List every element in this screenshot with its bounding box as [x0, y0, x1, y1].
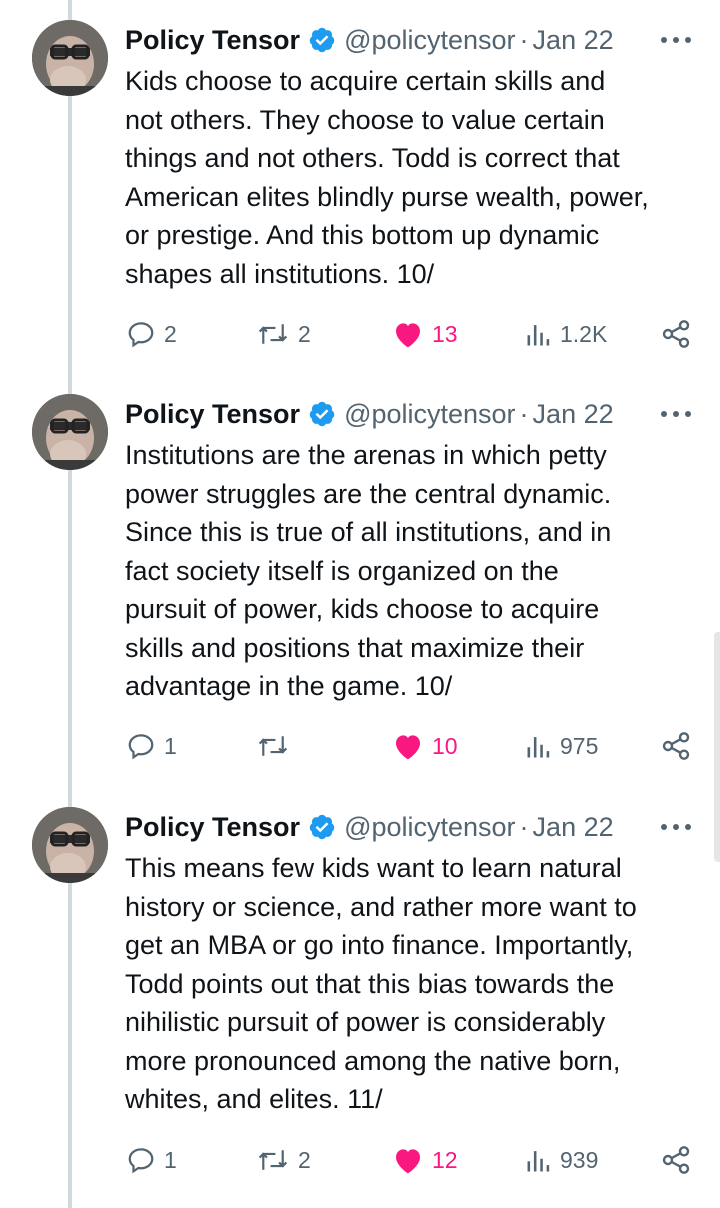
separator: · [519, 399, 529, 429]
heart-icon [392, 319, 424, 349]
avatar[interactable] [32, 20, 108, 96]
views-button[interactable]: 939 [526, 1140, 598, 1180]
more-icon[interactable] [660, 20, 720, 60]
retweet-icon [256, 319, 290, 349]
verified-badge-icon [308, 400, 336, 428]
author-name[interactable]: Policy Tensor [125, 20, 300, 60]
reply-icon [126, 1145, 156, 1175]
tweet-text: Kids choose to acquire certain skills an… [125, 66, 649, 289]
share-icon [660, 730, 692, 762]
reply-icon [126, 319, 156, 349]
separator: · [519, 25, 529, 55]
share-icon [660, 318, 692, 350]
more-icon[interactable] [660, 807, 720, 847]
author-handle[interactable]: @policytensor [344, 394, 515, 434]
author-name[interactable]: Policy Tensor [125, 394, 300, 434]
reply-button[interactable]: 1 [126, 726, 177, 766]
retweet-icon [256, 731, 290, 761]
tweet-actions: 2 2 13 1.2K [0, 314, 720, 354]
retweet-count: 2 [298, 1146, 311, 1173]
share-button[interactable] [660, 726, 692, 766]
views-count: 975 [560, 732, 599, 759]
like-count: 13 [432, 320, 458, 347]
tweet-text: This means few kids want to learn natura… [125, 853, 637, 1114]
verified-badge-icon [308, 26, 336, 54]
heart-icon [392, 731, 424, 761]
views-icon [526, 320, 552, 348]
reply-icon [126, 731, 156, 761]
like-count: 12 [432, 1146, 458, 1173]
views-button[interactable]: 1.2K [526, 314, 607, 354]
thread-line [68, 0, 72, 1208]
retweet-icon [256, 1145, 290, 1175]
tweet-actions: 1 2 12 939 [0, 1140, 720, 1180]
views-icon [526, 1146, 552, 1174]
tweet-text: Institutions are the arenas in which pet… [125, 440, 612, 701]
like-button[interactable]: 10 [392, 726, 458, 766]
reply-count: 2 [164, 320, 177, 347]
share-button[interactable] [660, 1140, 692, 1180]
tweet-date[interactable]: Jan 22 [533, 394, 614, 434]
tweet-date[interactable]: Jan 22 [533, 807, 614, 847]
views-icon [526, 732, 552, 760]
author-name[interactable]: Policy Tensor [125, 807, 300, 847]
share-icon [660, 1144, 692, 1176]
author-handle[interactable]: @policytensor [344, 20, 515, 60]
retweet-button[interactable] [256, 726, 298, 766]
avatar[interactable] [32, 807, 108, 883]
like-count: 10 [432, 732, 458, 759]
views-count: 1.2K [560, 320, 608, 347]
heart-icon [392, 1145, 424, 1175]
tweet-date[interactable]: Jan 22 [533, 20, 614, 60]
like-button[interactable]: 13 [392, 314, 458, 354]
more-icon[interactable] [660, 394, 720, 434]
reply-button[interactable]: 1 [126, 1140, 177, 1180]
reply-count: 1 [164, 1146, 177, 1173]
views-count: 939 [560, 1146, 599, 1173]
separator: · [519, 812, 529, 842]
like-button[interactable]: 12 [392, 1140, 458, 1180]
tweet-actions: 1 10 975 [0, 726, 720, 766]
retweet-button[interactable]: 2 [256, 314, 311, 354]
retweet-count: 2 [298, 320, 311, 347]
reply-count: 1 [164, 732, 177, 759]
verified-badge-icon [308, 813, 336, 841]
author-handle[interactable]: @policytensor [344, 807, 515, 847]
avatar[interactable] [32, 394, 108, 470]
reply-button[interactable]: 2 [126, 314, 177, 354]
share-button[interactable] [660, 314, 692, 354]
views-button[interactable]: 975 [526, 726, 598, 766]
retweet-button[interactable]: 2 [256, 1140, 311, 1180]
